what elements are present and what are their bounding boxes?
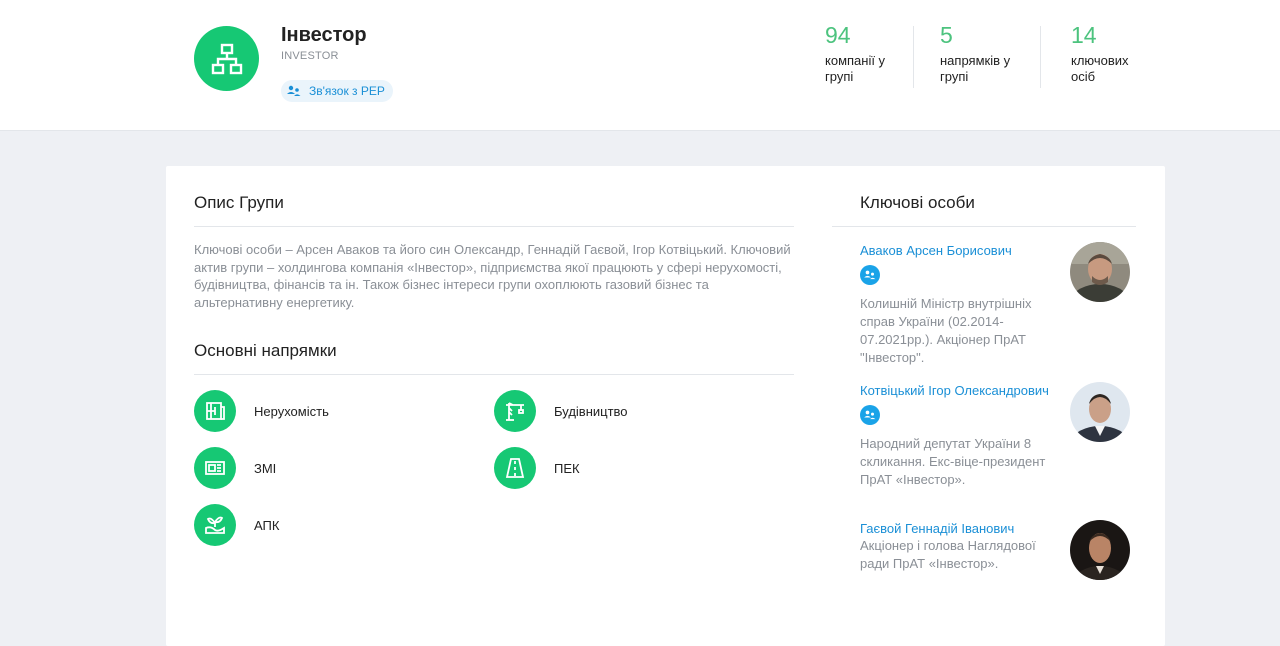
person-name-link[interactable]: Котвіцький Ігор Олександрович xyxy=(860,382,1050,399)
direction-label: АПК xyxy=(254,517,280,533)
description-title: Опис Групи xyxy=(194,193,284,212)
direction-label: Будівництво xyxy=(554,403,628,419)
direction-construction[interactable]: Будівництво xyxy=(494,390,628,432)
person-name-link[interactable]: Гаєвой Геннадій Іванович xyxy=(860,520,1050,537)
direction-label: ПЕК xyxy=(554,460,580,476)
stat-companies-value: 94 xyxy=(825,22,851,48)
pep-link-icon xyxy=(287,84,301,98)
avatar[interactable] xyxy=(1070,382,1130,442)
stat-directions-value: 5 xyxy=(940,22,953,48)
stat-key-persons-label: ключових осіб xyxy=(1071,53,1129,84)
key-persons-title: Ключові особи xyxy=(860,193,975,212)
person-name-link[interactable]: Аваков Арсен Борисович xyxy=(860,242,1050,259)
pep-link-button[interactable]: Зв'язок з PEP xyxy=(281,80,393,102)
directions-title: Основні напрямки xyxy=(194,341,337,360)
person-description: Колишній Міністр внутрішніх справ Україн… xyxy=(860,296,1032,365)
stat-key-persons-value: 14 xyxy=(1071,22,1097,48)
direction-agriculture[interactable]: АПК xyxy=(194,504,279,546)
direction-real-estate[interactable]: Нерухомість xyxy=(194,390,329,432)
stat-companies-label: компанії у групі xyxy=(825,53,886,84)
road-energy-icon xyxy=(494,447,536,489)
direction-media[interactable]: ЗМІ xyxy=(194,447,276,489)
construction-crane-icon xyxy=(494,390,536,432)
page-subtitle: INVESTOR xyxy=(281,50,339,62)
section-divider xyxy=(832,226,1136,227)
description-text: Ключові особи – Арсен Аваков та його син… xyxy=(194,242,791,310)
pep-badge-icon[interactable] xyxy=(860,405,880,425)
avatar[interactable] xyxy=(1070,520,1130,580)
section-divider xyxy=(194,374,794,375)
stat-key-persons: 14 ключових осіб xyxy=(1071,22,1137,85)
hierarchy-icon xyxy=(211,43,242,74)
agriculture-plant-icon xyxy=(194,504,236,546)
group-header: Інвестор INVESTOR Зв'язок з PEP 94 компа… xyxy=(0,0,1280,131)
stat-companies: 94 компанії у групі xyxy=(825,22,895,85)
direction-label: ЗМІ xyxy=(254,460,277,476)
stat-directions: 5 напрямків у групі xyxy=(940,22,1020,85)
avatar[interactable] xyxy=(1070,242,1130,302)
group-logo xyxy=(194,26,259,91)
stat-divider xyxy=(1040,26,1041,88)
pep-badge-icon[interactable] xyxy=(860,265,880,285)
media-icon xyxy=(194,447,236,489)
stat-directions-label: напрямків у групі xyxy=(940,53,1011,84)
direction-energy[interactable]: ПЕК xyxy=(494,447,580,489)
group-info-card: Опис Групи Ключові особи – Арсен Аваков … xyxy=(166,166,1165,646)
direction-label: Нерухомість xyxy=(254,403,329,419)
page-title: Інвестор xyxy=(281,24,367,46)
pep-link-label: Зв'язок з PEP xyxy=(309,84,385,98)
stat-divider xyxy=(913,26,914,88)
person-description: Акціонер і голова Наглядової ради ПрАТ «… xyxy=(860,538,1036,571)
section-divider xyxy=(194,226,794,227)
person-description: Народний депутат України 8 скликання. Ек… xyxy=(860,436,1046,487)
real-estate-icon xyxy=(194,390,236,432)
